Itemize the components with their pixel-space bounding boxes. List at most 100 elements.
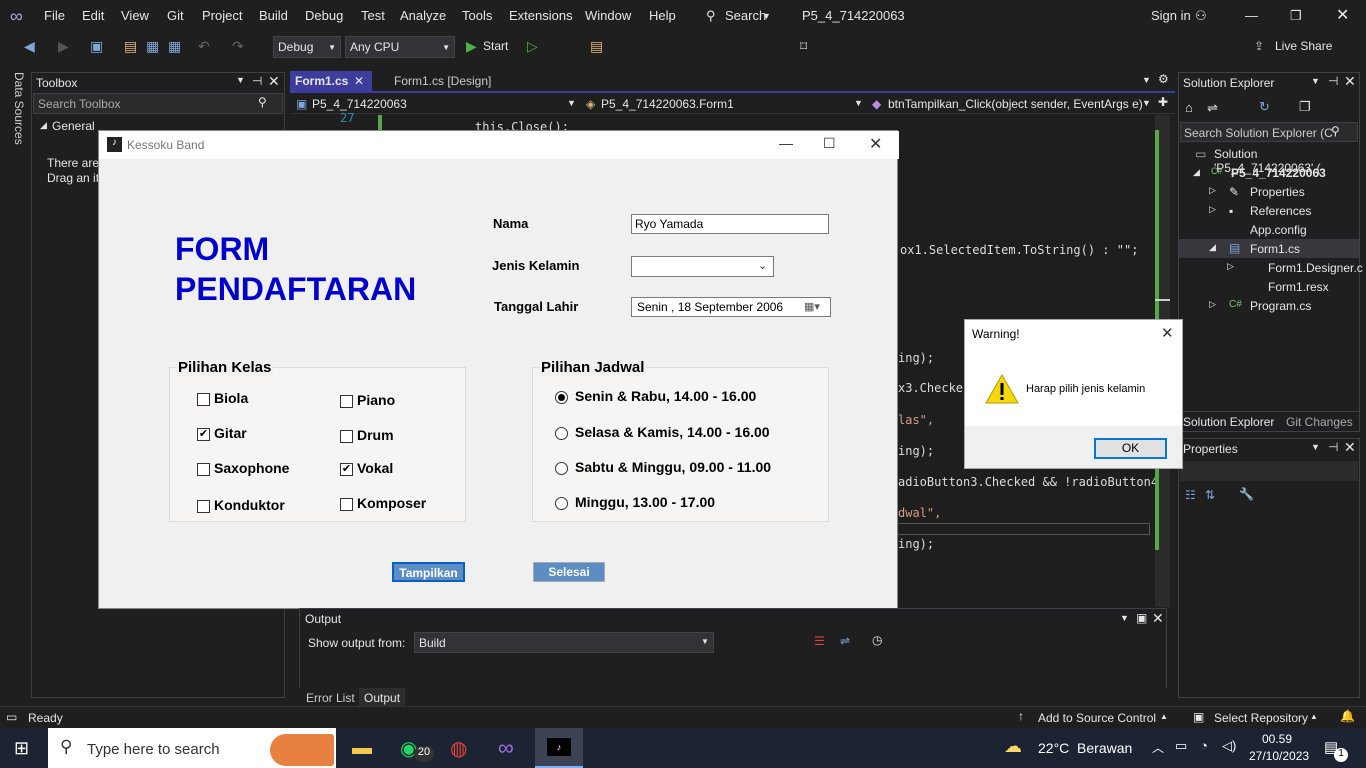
menu-extensions[interactable]: Extensions — [509, 8, 573, 23]
minimize-icon[interactable]: — — [779, 135, 793, 151]
new-project-icon[interactable]: ▣ — [90, 38, 103, 55]
live-share-icon[interactable]: ⇪ — [1254, 39, 1264, 53]
chevron-down-icon[interactable]: ▼ — [1311, 442, 1320, 452]
property-pages-icon[interactable]: 🔧 — [1239, 487, 1254, 501]
live-share-button[interactable]: Live Share — [1275, 39, 1332, 53]
select-repository-button[interactable]: Select Repository — [1214, 711, 1308, 725]
expand-icon[interactable]: ◢ — [40, 120, 47, 131]
class-dropdown[interactable]: P5_4_714220063.Form1 — [601, 97, 734, 111]
close-icon[interactable]: ✕ — [1336, 5, 1349, 25]
pin-icon[interactable]: ⊣ — [252, 74, 262, 88]
wifi-icon[interactable]: ◔ — [1200, 738, 1208, 753]
checkbox-2[interactable]: ✔ — [197, 428, 210, 441]
word-wrap-icon[interactable]: ⇌ — [840, 634, 850, 648]
collapse-arrow-icon[interactable]: ▷ — [1227, 261, 1234, 272]
sync-icon[interactable]: ⇌ — [1207, 100, 1218, 116]
menu-edit[interactable]: Edit — [82, 8, 104, 23]
collapse-arrow-icon[interactable]: ▷ — [1209, 299, 1216, 310]
chevron-down-icon[interactable]: ▼ — [1311, 76, 1320, 86]
expand-icon[interactable]: ◢ — [1209, 242, 1216, 253]
checkbox-label[interactable]: Biola — [214, 390, 248, 406]
windows-start-icon[interactable]: ⊞ — [14, 738, 29, 759]
radio-3[interactable] — [555, 497, 568, 510]
collapse-arrow-icon[interactable]: ▷ — [1209, 185, 1216, 196]
chevron-down-icon[interactable]: ▼ — [1142, 75, 1151, 85]
menu-analyze[interactable]: Analyze — [400, 8, 446, 23]
add-source-control-button[interactable]: Add to Source Control — [1038, 711, 1156, 725]
search-menu[interactable]: Search — [725, 8, 766, 23]
kessoku-app-button[interactable]: ♪ — [535, 728, 583, 768]
volume-icon[interactable]: ◁) — [1222, 738, 1236, 754]
scroll-thumb[interactable] — [1155, 299, 1170, 301]
chevron-down-icon[interactable]: ▼ — [1120, 613, 1129, 623]
close-icon[interactable]: ✕ — [1152, 610, 1164, 627]
maximize-icon[interactable]: ▣ — [1136, 611, 1147, 625]
radio-2[interactable] — [555, 462, 568, 475]
chevron-down-icon[interactable]: ▼ — [236, 75, 245, 85]
menu-help[interactable]: Help — [649, 8, 676, 23]
collapse-arrow-icon[interactable]: ▷ — [1209, 204, 1216, 215]
clock-icon[interactable]: ◷ — [872, 633, 882, 647]
output-source-select[interactable]: Build ▼ — [414, 632, 714, 653]
tree-form1-resx[interactable]: Form1.resx — [1268, 280, 1329, 294]
menu-test[interactable]: Test — [361, 8, 385, 23]
checkbox-5[interactable]: ✔ — [340, 463, 353, 476]
tree-references[interactable]: References — [1250, 204, 1311, 218]
checkbox-label[interactable]: Gitar — [214, 425, 247, 441]
clear-all-icon[interactable]: ☰ — [814, 634, 825, 648]
restore-icon[interactable]: ❐ — [1290, 8, 1302, 24]
categorized-icon[interactable]: ☷ — [1185, 488, 1196, 502]
collapse-icon[interactable]: ❐ — [1299, 99, 1311, 115]
close-icon[interactable]: ✕ — [268, 73, 280, 90]
radio-label[interactable]: Senin & Rabu, 14.00 - 16.00 — [575, 388, 756, 404]
search-icon[interactable]: ⚲ — [706, 8, 716, 24]
menu-tools[interactable]: Tools — [462, 8, 492, 23]
gear-icon[interactable]: ⚙ — [1158, 72, 1169, 86]
chrome-icon[interactable]: ◍ — [450, 736, 467, 761]
tab-solution-explorer[interactable]: Solution Explorer — [1183, 415, 1274, 429]
account-icon[interactable]: ⚇ — [1195, 8, 1207, 24]
tab-form1-cs[interactable]: Form1.cs ✕ — [290, 71, 372, 91]
clock-date[interactable]: 27/10/2023 — [1249, 749, 1309, 763]
close-icon[interactable]: ✕ — [1161, 324, 1174, 342]
start-without-debug-icon[interactable]: ▷ — [527, 38, 538, 55]
checkbox-0[interactable] — [197, 393, 210, 406]
home-icon[interactable]: ⌂ — [1185, 100, 1193, 115]
battery-icon[interactable]: ▭ — [1175, 738, 1187, 754]
forward-icon[interactable]: ▶ — [58, 38, 69, 55]
start-button[interactable]: Start — [483, 39, 508, 53]
taskbar-search-input[interactable]: ⚲ Type here to search — [48, 728, 336, 768]
checkbox-4[interactable] — [197, 463, 210, 476]
checkbox-7[interactable] — [340, 498, 353, 511]
tab-output[interactable]: Output — [359, 688, 405, 706]
radio-label[interactable]: Sabtu & Minggu, 09.00 - 11.00 — [575, 459, 771, 475]
radio-0[interactable] — [555, 391, 568, 404]
checkbox-label[interactable]: Drum — [357, 427, 394, 443]
checkbox-6[interactable] — [197, 500, 210, 513]
pin-icon[interactable]: ⊣ — [1328, 74, 1338, 88]
undo-icon[interactable]: ↶ — [198, 38, 210, 55]
menu-view[interactable]: View — [121, 8, 149, 23]
solution-search-input[interactable]: Search Solution Explorer (C ⚲ — [1180, 122, 1358, 142]
data-sources-tab[interactable]: Data Sources — [8, 72, 26, 152]
alphabetical-icon[interactable]: ⇅ — [1205, 488, 1215, 502]
weather-text[interactable]: 22°C Berawan — [1038, 740, 1132, 756]
checkbox-label[interactable]: Saxophone — [214, 460, 289, 476]
checkbox-label[interactable]: Komposer — [357, 495, 426, 511]
save-all-icon[interactable]: ▦ — [168, 38, 181, 55]
checkbox-3[interactable] — [340, 430, 353, 443]
back-icon[interactable]: ◀ — [24, 38, 35, 55]
maximize-icon[interactable]: ☐ — [823, 135, 836, 152]
checkbox-1[interactable] — [340, 395, 353, 408]
tree-item-selected[interactable]: ◢ ▤ Form1.cs — [1179, 239, 1359, 258]
close-icon[interactable]: ✕ — [1344, 439, 1356, 456]
radio-label[interactable]: Selasa & Kamis, 14.00 - 16.00 — [575, 424, 770, 440]
split-icon[interactable]: ✚ — [1158, 95, 1168, 109]
properties-object-select[interactable] — [1180, 461, 1358, 481]
platform-select[interactable]: Any CPU ▼ — [345, 36, 455, 58]
tampilkan-button[interactable]: Tampilkan — [392, 562, 465, 582]
menu-file[interactable]: File — [44, 8, 65, 23]
start-icon[interactable]: ▶ — [466, 38, 477, 55]
tree-project[interactable]: P5_4_714220063 — [1231, 166, 1326, 180]
save-icon[interactable]: ▦ — [146, 38, 159, 55]
